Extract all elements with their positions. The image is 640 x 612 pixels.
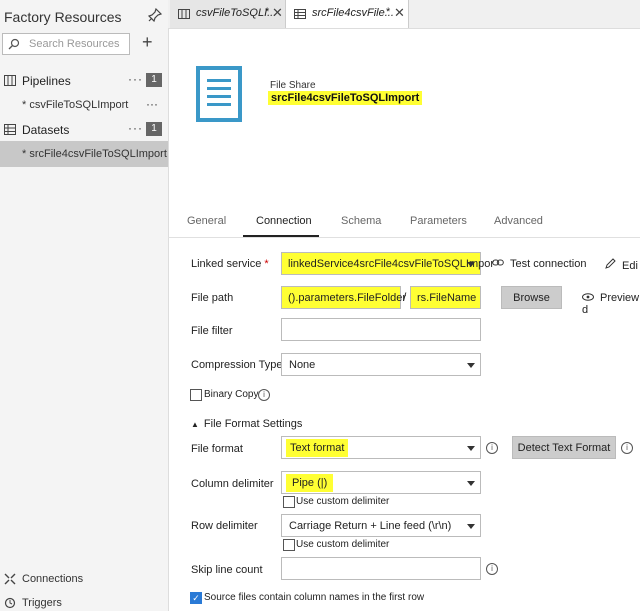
datasets-section[interactable]: Datasets ··· 1 bbox=[0, 119, 168, 141]
eye-icon bbox=[582, 292, 594, 304]
close-icon[interactable]: ✕ bbox=[394, 5, 405, 21]
connections-icon bbox=[4, 573, 16, 585]
table-icon bbox=[4, 124, 16, 135]
file-dataset-icon bbox=[196, 66, 242, 122]
search-icon bbox=[8, 38, 20, 50]
custom-column-delimiter-checkbox[interactable] bbox=[283, 496, 295, 508]
file-filter-label: File filter bbox=[191, 325, 233, 337]
dataset-item-label: * srcFile4csvFileToSQLImport bbox=[22, 148, 167, 160]
skip-line-count-input[interactable] bbox=[281, 557, 481, 580]
search-placeholder: Search Resources bbox=[29, 38, 120, 50]
tab-connection[interactable]: Connection bbox=[256, 215, 312, 227]
datasets-more-button[interactable]: ··· bbox=[128, 121, 143, 135]
file-format-settings-header[interactable]: ▲ File Format Settings bbox=[191, 418, 302, 430]
connections-label: Connections bbox=[22, 573, 84, 585]
tab-pipeline[interactable]: csvFileToSQLI... * ✕ bbox=[170, 0, 286, 28]
pipeline-icon bbox=[4, 75, 16, 86]
binary-copy-checkbox[interactable] bbox=[190, 389, 202, 401]
row-delimiter-label: Row delimiter bbox=[191, 520, 258, 532]
collapse-triangle-icon: ▲ bbox=[191, 420, 199, 429]
close-icon[interactable]: ✕ bbox=[272, 5, 283, 21]
pipelines-more-button[interactable]: ··· bbox=[128, 72, 143, 86]
tab-general[interactable]: General bbox=[187, 215, 226, 227]
dataset-item[interactable]: * srcFile4csvFileToSQLImport bbox=[0, 141, 168, 167]
info-icon[interactable]: i bbox=[486, 563, 498, 575]
pipeline-icon bbox=[178, 8, 190, 19]
active-tab-underline bbox=[243, 235, 319, 237]
unsaved-indicator: * bbox=[386, 6, 391, 18]
linked-service-label: Linked service * bbox=[191, 258, 269, 270]
skip-line-count-label: Skip line count bbox=[191, 564, 263, 576]
tab-dataset[interactable]: srcFile4csvFile... * ✕ bbox=[286, 0, 409, 28]
datasets-count-badge: 1 bbox=[146, 122, 162, 136]
linked-service-select[interactable]: linkedService4srcFile4csvFileToSQLImpor bbox=[281, 252, 494, 275]
triggers-label: Triggers bbox=[22, 597, 62, 609]
dataset-type: File Share bbox=[270, 80, 316, 91]
dataset-name: srcFile4csvFileToSQLImport bbox=[268, 91, 423, 105]
unsaved-indicator: * bbox=[265, 6, 270, 18]
datasets-label: Datasets bbox=[22, 123, 70, 137]
info-icon[interactable]: i bbox=[486, 442, 498, 454]
chevron-down-icon bbox=[467, 446, 475, 451]
compression-type-select[interactable]: None bbox=[281, 353, 481, 376]
tab-parameters[interactable]: Parameters bbox=[410, 215, 467, 227]
file-name-input[interactable]: rs.FileName bbox=[410, 286, 481, 309]
tab-advanced[interactable]: Advanced bbox=[494, 215, 543, 227]
chevron-down-icon bbox=[467, 524, 475, 529]
binary-copy-label: Binary Copy bbox=[204, 389, 259, 400]
browse-button[interactable]: Browse bbox=[501, 286, 562, 309]
pipelines-label: Pipelines bbox=[22, 74, 71, 88]
chevron-down-icon bbox=[467, 481, 475, 486]
tab-label: srcFile4csvFile... bbox=[312, 7, 394, 19]
pipeline-item-label: * csvFileToSQLImport bbox=[22, 99, 129, 111]
connections-link[interactable]: Connections bbox=[4, 573, 83, 585]
preview-data-button[interactable]: Preview d bbox=[582, 292, 640, 316]
required-marker: * bbox=[264, 258, 269, 270]
edit-button[interactable]: Edi bbox=[605, 258, 638, 272]
row-delimiter-select[interactable]: Carriage Return + Line feed (\r\n) bbox=[281, 514, 481, 537]
info-icon[interactable]: i bbox=[621, 442, 633, 454]
folder-path-input[interactable]: ().parameters.FileFolder bbox=[281, 286, 406, 309]
tab-schema[interactable]: Schema bbox=[341, 215, 381, 227]
column-delimiter-select[interactable]: Pipe (|) bbox=[281, 471, 481, 494]
custom-row-delimiter-checkbox[interactable] bbox=[283, 539, 295, 551]
chevron-down-icon bbox=[467, 262, 475, 267]
custom-column-delimiter-label: Use custom delimiter bbox=[296, 496, 390, 507]
pencil-icon bbox=[605, 258, 616, 272]
table-icon bbox=[294, 8, 306, 19]
file-format-select[interactable]: Text format bbox=[281, 436, 481, 459]
column-delimiter-label: Column delimiter bbox=[191, 478, 274, 490]
first-row-header-label: Source files contain column names in the… bbox=[204, 592, 425, 603]
chevron-down-icon bbox=[467, 363, 475, 368]
compression-type-label: Compression Type bbox=[191, 359, 283, 371]
panel-title: Factory Resources bbox=[4, 9, 122, 25]
detect-text-format-button[interactable]: Detect Text Format bbox=[512, 436, 616, 459]
pipelines-section[interactable]: Pipelines ··· 1 bbox=[0, 70, 168, 92]
pipeline-item[interactable]: * csvFileToSQLImport ··· bbox=[0, 95, 168, 117]
test-connection-button[interactable]: Test connection bbox=[492, 258, 586, 270]
tab-divider bbox=[168, 237, 640, 238]
pipeline-item-more-button[interactable]: ··· bbox=[146, 97, 158, 111]
first-row-header-checkbox[interactable]: ✓ bbox=[190, 592, 202, 604]
pipelines-count-badge: 1 bbox=[146, 73, 162, 87]
file-format-label: File format bbox=[191, 443, 243, 455]
link-icon bbox=[492, 258, 504, 270]
custom-row-delimiter-label: Use custom delimiter bbox=[296, 539, 390, 550]
search-input[interactable]: Search Resources bbox=[2, 33, 130, 55]
add-resource-button[interactable]: + bbox=[142, 33, 153, 51]
triggers-link[interactable]: Triggers bbox=[4, 597, 62, 609]
file-filter-input[interactable] bbox=[281, 318, 481, 341]
info-icon[interactable]: i bbox=[258, 389, 270, 401]
path-separator: / bbox=[403, 290, 407, 304]
triggers-icon bbox=[4, 597, 16, 609]
pin-icon[interactable] bbox=[147, 7, 163, 23]
file-path-label: File path bbox=[191, 292, 234, 304]
